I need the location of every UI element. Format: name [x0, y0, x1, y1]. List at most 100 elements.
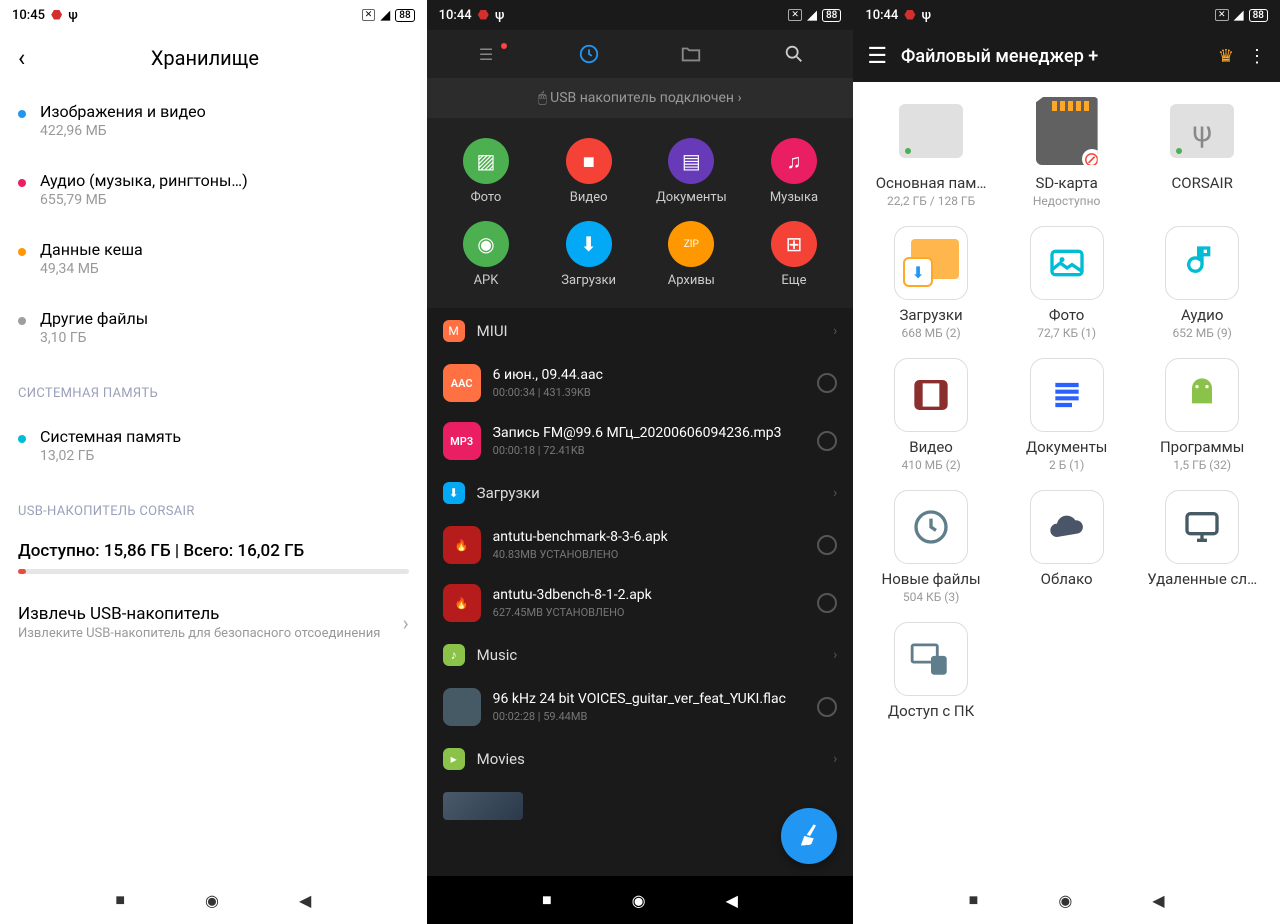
category-icon: ▨	[463, 138, 509, 184]
file-name: 96 kHz 24 bit VOICES_guitar_ver_feat_YUK…	[493, 691, 806, 707]
category-Фото[interactable]: ▨ Фото	[435, 130, 538, 213]
usb-status: Доступно: 15,86 ГБ | Всего: 16,02 ГБ	[18, 529, 409, 569]
tab-folder[interactable]	[640, 43, 743, 65]
item-size: 655,79 МБ	[40, 192, 409, 208]
premium-crown-icon[interactable]: ♛	[1218, 46, 1234, 67]
category-Архивы[interactable]: ZIP Архивы	[640, 213, 743, 296]
item-label: Данные кеша	[40, 240, 409, 259]
overflow-menu-button[interactable]: ⋮	[1248, 46, 1266, 67]
nav-recents[interactable]: ■	[115, 890, 125, 910]
notification-dot-icon	[501, 43, 507, 49]
section-label: Music	[477, 646, 821, 664]
nav-home[interactable]: ◉	[1058, 891, 1072, 910]
file-item[interactable]: 🔥 antutu-benchmark-8-3-6.apk 40.83MB УСТ…	[427, 516, 854, 574]
storage-category-item[interactable]: Данные кеша 49,34 МБ	[18, 224, 409, 293]
app-icon: ⬣	[51, 8, 62, 23]
search-button[interactable]	[743, 43, 846, 65]
category-cloud[interactable]: Облако	[1003, 490, 1131, 604]
category-label: Фото	[1003, 306, 1131, 324]
file-item[interactable]: 🔥 antutu-3dbench-8-1-2.apk 627.45MB УСТА…	[427, 574, 854, 632]
category-icon: ⬇	[566, 221, 612, 267]
storage-category-item[interactable]: Изображения и видео 422,96 МБ	[18, 86, 409, 155]
category-music[interactable]: Аудио 652 МБ (9)	[1138, 226, 1266, 340]
nav-home[interactable]: ◉	[632, 891, 646, 910]
category-icon	[1030, 358, 1104, 432]
file-meta: 40.83MB УСТАНОВЛЕНО	[493, 548, 806, 561]
select-radio[interactable]	[817, 431, 837, 451]
section-header[interactable]: ⬇ Загрузки ›	[427, 470, 854, 516]
category-Видео[interactable]: ■ Видео	[537, 130, 640, 213]
file-item[interactable]: 96 kHz 24 bit VOICES_guitar_ver_feat_YUK…	[427, 678, 854, 736]
item-size: 422,96 МБ	[40, 123, 409, 139]
item-label: Другие файлы	[40, 309, 409, 328]
signal-icon: ✕	[362, 9, 376, 21]
select-radio[interactable]	[817, 697, 837, 717]
category-video[interactable]: Видео 410 МБ (2)	[867, 358, 995, 472]
file-item[interactable]: AAC 6 июн., 09.44.aac 00:00:34 | 431.39K…	[427, 354, 854, 412]
section-header[interactable]: ♪ Music ›	[427, 632, 854, 678]
nav-back[interactable]: ◀	[1152, 891, 1164, 910]
section-icon: ♪	[443, 644, 465, 666]
category-monitor[interactable]: Удаленные сл…	[1138, 490, 1266, 604]
section-header[interactable]: M MIUI ›	[427, 308, 854, 354]
menu-button[interactable]: ☰	[435, 45, 538, 64]
battery-icon: 88	[822, 9, 841, 22]
recent-files-list: M MIUI › AAC 6 июн., 09.44.aac 00:00:34 …	[427, 308, 854, 876]
category-doc[interactable]: Документы 2 Б (1)	[1003, 358, 1131, 472]
category-pc[interactable]: Доступ с ПК	[867, 622, 995, 722]
clean-fab[interactable]	[781, 808, 837, 864]
category-icon	[894, 490, 968, 564]
usb-icon: ψ	[68, 8, 77, 23]
category-image[interactable]: Фото 72,7 КБ (1)	[1003, 226, 1131, 340]
nav-home[interactable]: ◉	[205, 891, 219, 910]
nav-bar: ■ ◉ ◀	[0, 876, 427, 924]
category-label: Музыка	[747, 190, 842, 205]
category-icon	[894, 358, 968, 432]
item-size: 13,02 ГБ	[40, 448, 409, 464]
storage-category-item[interactable]: Другие файлы 3,10 ГБ	[18, 293, 409, 362]
battery-icon: 88	[1249, 9, 1268, 22]
nav-back[interactable]: ◀	[299, 891, 311, 910]
file-manager-dark-screen: 10:44 ⬣ ψ ✕ ◢ 88 ☰ 🖱 USB накопитель подк…	[427, 0, 854, 924]
item-size: 3,10 ГБ	[40, 330, 409, 346]
nav-recents[interactable]: ■	[969, 890, 979, 910]
category-Музыка[interactable]: ♫ Музыка	[743, 130, 846, 213]
menu-button[interactable]: ☰	[867, 44, 887, 69]
storage-category-item[interactable]: Аудио (музыка, рингтоны…) 655,79 МБ	[18, 155, 409, 224]
back-button[interactable]: ‹	[18, 44, 25, 72]
category-sub: 1,5 ГБ (32)	[1138, 458, 1266, 472]
select-radio[interactable]	[817, 593, 837, 613]
category-Загрузки[interactable]: ⬇ Загрузки	[537, 213, 640, 296]
storage-sd[interactable]: SD-карта Недоступно	[1003, 94, 1131, 208]
signal-icon: ✕	[1215, 9, 1229, 21]
dot-icon	[18, 110, 26, 118]
mouse-icon: 🖱	[538, 90, 550, 106]
file-name: antutu-3dbench-8-1-2.apk	[493, 587, 806, 603]
category-android[interactable]: Программы 1,5 ГБ (32)	[1138, 358, 1266, 472]
section-icon: ⬇	[443, 482, 465, 504]
select-radio[interactable]	[817, 535, 837, 555]
category-APK[interactable]: ◉ APK	[435, 213, 538, 296]
storage-drive[interactable]: Основная пам… 22,2 ГБ / 128 ГБ	[867, 94, 995, 208]
storage-label: CORSAIR	[1138, 174, 1266, 192]
file-item[interactable]: MP3 Запись FM@99.6 МГц_20200606094236.mp…	[427, 412, 854, 470]
category-Документы[interactable]: ▤ Документы	[640, 130, 743, 213]
category-icon: ⬇	[894, 226, 968, 300]
file-type-icon: AAC	[443, 364, 481, 402]
storage-usb[interactable]: ψ CORSAIR	[1138, 94, 1266, 208]
eject-usb-button[interactable]: Извлечь USB-накопитель Извлеките USB-нак…	[18, 594, 409, 653]
file-name: 6 июн., 09.44.aac	[493, 367, 806, 383]
section-header[interactable]: ▸ Movies ›	[427, 736, 854, 782]
category-folder-dl[interactable]: ⬇ Загрузки 668 МБ (2)	[867, 226, 995, 340]
category-Еще[interactable]: ⊞ Еще	[743, 213, 846, 296]
category-clock[interactable]: Новые файлы 504 КБ (3)	[867, 490, 995, 604]
usb-banner[interactable]: 🖱 USB накопитель подключен ›	[427, 78, 854, 118]
tab-recent[interactable]	[537, 43, 640, 65]
system-memory-item[interactable]: Системная память 13,02 ГБ	[18, 411, 409, 480]
nav-recents[interactable]: ■	[542, 890, 552, 910]
dot-icon	[18, 248, 26, 256]
select-radio[interactable]	[817, 373, 837, 393]
category-label: Документы	[1003, 438, 1131, 456]
category-label: Удаленные сл…	[1138, 570, 1266, 588]
nav-back[interactable]: ◀	[726, 891, 738, 910]
